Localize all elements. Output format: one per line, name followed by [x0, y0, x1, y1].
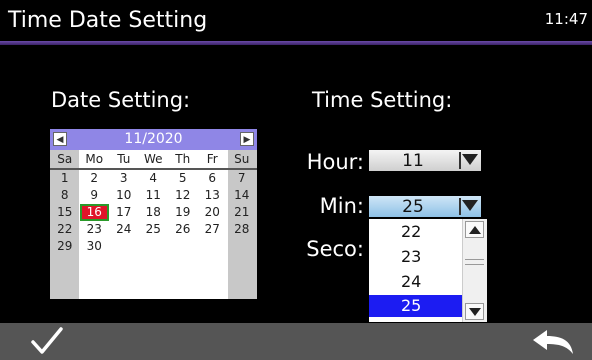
- weekday-label: Mo: [85, 152, 104, 166]
- calendar-day[interactable]: 7: [227, 170, 257, 187]
- calendar-day: [198, 238, 228, 255]
- scroll-down-button[interactable]: [465, 303, 484, 320]
- calendar-week-row: 8 9 10 11 12 13 14: [50, 187, 257, 204]
- calendar-day[interactable]: 25: [139, 221, 169, 238]
- weekday-label: Th: [175, 152, 191, 166]
- calendar-day[interactable]: 10: [109, 187, 139, 204]
- calendar-day: [139, 238, 169, 255]
- calendar-day[interactable]: 9: [80, 187, 110, 204]
- hour-label: Hour:: [306, 150, 364, 174]
- down-arrow-icon: [469, 308, 481, 316]
- calendar-day[interactable]: 14: [227, 187, 257, 204]
- calendar-week-row: 22 23 24 25 26 27 28: [50, 221, 257, 238]
- second-label: Seco:: [306, 237, 364, 261]
- weekday-label: We: [143, 152, 163, 166]
- calendar: ◀ 11/2020 ▶ Sa Mo Tu We Th Fr Su 1 2 3 4 5 6 7 8 9 10 11 1…: [50, 129, 257, 299]
- calendar-day[interactable]: 21: [227, 204, 257, 221]
- scroll-up-button[interactable]: [465, 221, 484, 238]
- calendar-header: ◀ 11/2020 ▶: [50, 129, 257, 150]
- calendar-week-row: 15 16 17 18 19 20 21: [50, 204, 257, 221]
- hour-value: 11: [402, 151, 424, 171]
- footer-bar: [0, 323, 592, 360]
- minute-option[interactable]: 24: [369, 271, 462, 293]
- minute-option[interactable]: 23: [369, 246, 462, 268]
- minute-dropdown-list: 22 23 24 25: [369, 219, 487, 322]
- scroll-thumb[interactable]: [465, 259, 484, 265]
- checkmark-icon[interactable]: [30, 326, 64, 356]
- calendar-day[interactable]: 6: [198, 170, 228, 187]
- combo-separator: [459, 152, 461, 169]
- combo-separator: [459, 198, 461, 215]
- dropdown-scrollbar[interactable]: [462, 219, 487, 322]
- calendar-day[interactable]: 5: [168, 170, 198, 187]
- calendar-day[interactable]: 29: [50, 238, 80, 255]
- minute-combobox[interactable]: 25: [369, 196, 481, 217]
- minute-value: 25: [402, 197, 424, 217]
- calendar-day[interactable]: 12: [168, 187, 198, 204]
- weekday-label: Su: [234, 152, 250, 166]
- weekday-label: Fr: [206, 152, 218, 166]
- calendar-day[interactable]: 18: [139, 204, 169, 221]
- calendar-day[interactable]: 26: [168, 221, 198, 238]
- next-month-button[interactable]: ▶: [240, 132, 254, 146]
- calendar-day[interactable]: 2: [80, 170, 110, 187]
- time-setting-label: Time Setting:: [312, 88, 453, 112]
- calendar-day[interactable]: 28: [227, 221, 257, 238]
- calendar-day[interactable]: 4: [139, 170, 169, 187]
- clock: 11:47: [544, 10, 588, 28]
- calendar-day[interactable]: 1: [50, 170, 80, 187]
- title-divider: [0, 41, 592, 45]
- calendar-day[interactable]: 3: [109, 170, 139, 187]
- calendar-day[interactable]: 17: [109, 204, 139, 221]
- minute-label: Min:: [319, 194, 364, 218]
- up-arrow-icon: [469, 226, 481, 234]
- weekday-label: Tu: [117, 152, 131, 166]
- hour-combobox[interactable]: 11: [369, 150, 481, 171]
- calendar-day[interactable]: 13: [198, 187, 228, 204]
- calendar-day[interactable]: 30: [80, 238, 110, 255]
- calendar-day[interactable]: 22: [50, 221, 80, 238]
- calendar-grid: Sa Mo Tu We Th Fr Su 1 2 3 4 5 6 7 8 9 10 11 12 13 14 15 16 17 1…: [50, 151, 257, 255]
- calendar-day[interactable]: 27: [198, 221, 228, 238]
- calendar-day: [227, 238, 257, 255]
- calendar-day[interactable]: 23: [80, 221, 110, 238]
- title-bar: Time Date Setting 11:47: [0, 0, 592, 45]
- minute-option-selected[interactable]: 25: [369, 295, 462, 317]
- minute-option[interactable]: 22: [369, 221, 462, 243]
- window-title: Time Date Setting: [8, 8, 208, 33]
- weekday-label: Sa: [57, 152, 73, 166]
- calendar-day[interactable]: 19: [168, 204, 198, 221]
- calendar-day[interactable]: 15: [50, 204, 80, 221]
- dropdown-arrow-icon[interactable]: [462, 154, 478, 165]
- return-arrow-icon[interactable]: [531, 328, 575, 356]
- calendar-week-row: 29 30: [50, 238, 257, 255]
- calendar-day[interactable]: 24: [109, 221, 139, 238]
- calendar-day[interactable]: 11: [139, 187, 169, 204]
- calendar-day[interactable]: 8: [50, 187, 80, 204]
- dropdown-arrow-icon[interactable]: [462, 200, 478, 211]
- calendar-day-selected[interactable]: 16: [79, 204, 109, 221]
- calendar-week-row: 1234567: [50, 170, 257, 187]
- calendar-month-label: 11/2020: [124, 131, 183, 147]
- calendar-day[interactable]: 20: [198, 204, 228, 221]
- calendar-day: [168, 238, 198, 255]
- date-setting-label: Date Setting:: [51, 88, 191, 112]
- calendar-weekday-row: Sa Mo Tu We Th Fr Su: [50, 151, 257, 170]
- calendar-day: [109, 238, 139, 255]
